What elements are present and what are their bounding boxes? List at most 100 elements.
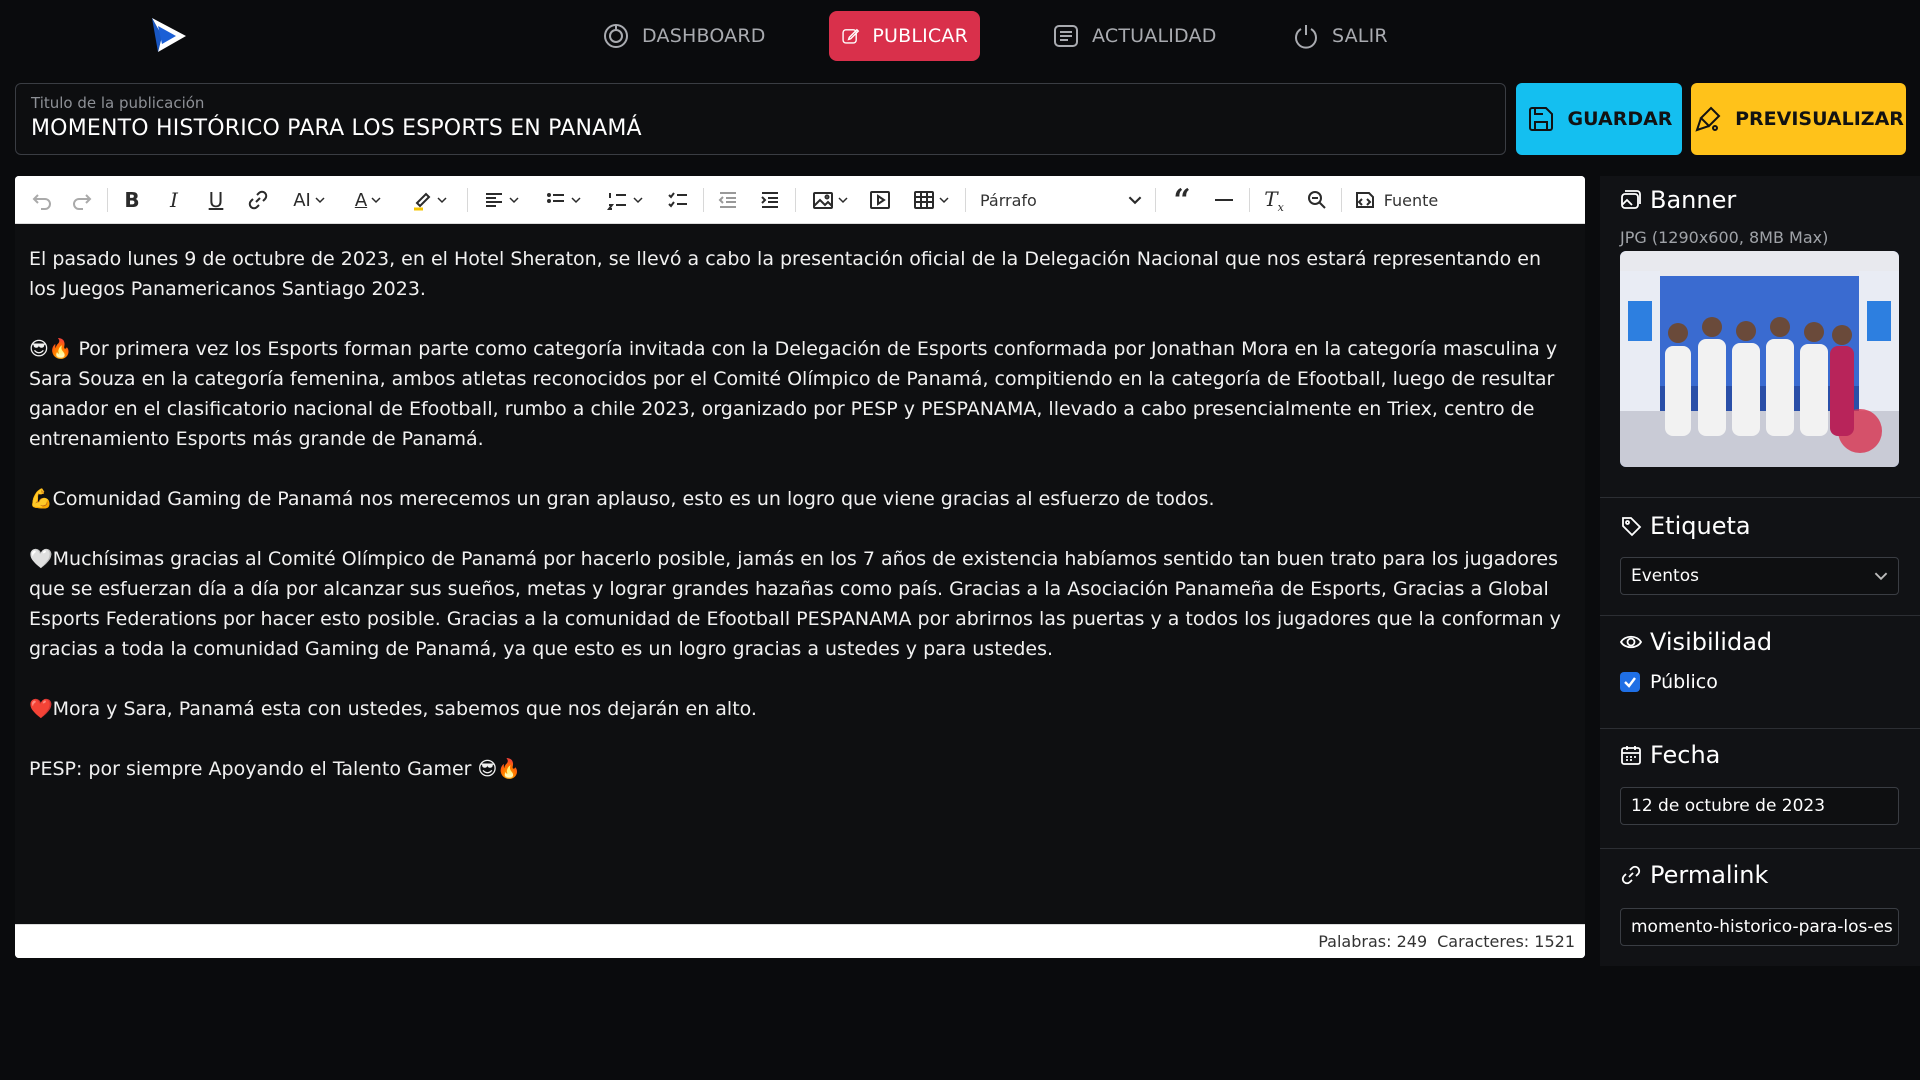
title-field-value[interactable]: MOMENTO HISTÓRICO PARA LOS ESPORTS EN PA… bbox=[31, 116, 642, 141]
indent-button[interactable] bbox=[755, 185, 785, 215]
redo-button[interactable] bbox=[67, 185, 97, 215]
source-button[interactable]: Fuente bbox=[1351, 185, 1441, 215]
content-paragraph: 🤍Muchísimas gracias al Comité Olímpico d… bbox=[29, 548, 1561, 660]
content-paragraph: El pasado lunes 9 de octubre de 2023, en… bbox=[29, 248, 1542, 300]
numbered-list-button[interactable] bbox=[601, 185, 649, 215]
settings-sidebar: Banner JPG (1290x600, 8MB Max) Etiqueta … bbox=[1600, 176, 1920, 966]
paint-brush-icon bbox=[1695, 106, 1721, 132]
title-field[interactable]: Titulo de la publicación MOMENTO HISTÓRI… bbox=[15, 83, 1506, 155]
link-button[interactable] bbox=[243, 185, 273, 215]
underline-icon: U bbox=[208, 188, 224, 212]
public-checkbox[interactable] bbox=[1620, 672, 1640, 692]
font-size-icon: AI bbox=[293, 189, 311, 211]
editor-status-bar: Palabras: 249 Caracteres: 1521 bbox=[15, 924, 1585, 958]
search-replace-icon bbox=[1308, 191, 1326, 209]
checkmark-icon bbox=[1624, 677, 1636, 688]
font-size-button[interactable]: AI bbox=[285, 185, 333, 215]
chevron-down-icon bbox=[315, 197, 325, 204]
blockquote-button[interactable]: “ bbox=[1167, 182, 1197, 218]
insert-media-button[interactable] bbox=[865, 185, 895, 215]
tag-select[interactable]: Eventos bbox=[1620, 557, 1899, 595]
source-code-icon bbox=[1355, 192, 1374, 208]
underline-button[interactable]: U bbox=[201, 185, 231, 215]
preview-button[interactable]: PREVISUALIZAR bbox=[1691, 83, 1906, 155]
redo-icon bbox=[73, 194, 92, 210]
main-nav: DASHBOARD PUBLICAR ACTUALIDAD SALIR bbox=[0, 11, 1920, 61]
chevron-down-icon bbox=[633, 197, 643, 204]
highlight-button[interactable] bbox=[405, 185, 453, 215]
tag-icon bbox=[1622, 517, 1642, 537]
toolbar-divider bbox=[467, 188, 468, 212]
bold-button[interactable]: B bbox=[117, 185, 147, 215]
power-icon bbox=[1295, 25, 1317, 49]
table-icon bbox=[914, 191, 934, 209]
banner-image[interactable] bbox=[1620, 251, 1899, 467]
nav-publicar[interactable]: PUBLICAR bbox=[829, 11, 980, 61]
permalink-title: Permalink bbox=[1650, 861, 1769, 889]
public-checkbox-row[interactable]: Público bbox=[1620, 671, 1718, 693]
visibility-heading: Visibilidad bbox=[1620, 628, 1772, 656]
calendar-icon bbox=[1621, 746, 1641, 765]
insert-table-button[interactable] bbox=[907, 185, 955, 215]
nav-dashboard[interactable]: DASHBOARD bbox=[590, 11, 778, 61]
todo-list-button[interactable] bbox=[663, 185, 693, 215]
chevron-down-icon bbox=[1128, 196, 1142, 205]
quote-icon: “ bbox=[1173, 182, 1191, 218]
dashboard-gauge-icon bbox=[604, 24, 628, 48]
media-icon bbox=[870, 191, 890, 209]
toolbar-divider bbox=[965, 188, 966, 212]
numbered-list-icon bbox=[607, 193, 626, 210]
align-left-icon bbox=[486, 193, 502, 207]
find-replace-button[interactable] bbox=[1301, 185, 1331, 215]
banner-title: Banner bbox=[1650, 186, 1737, 214]
chevron-down-icon bbox=[437, 197, 447, 204]
link-icon bbox=[248, 190, 268, 210]
nav-salir-label: SALIR bbox=[1332, 25, 1388, 47]
horizontal-line-button[interactable] bbox=[1209, 185, 1239, 215]
top-bar: DASHBOARD PUBLICAR ACTUALIDAD SALIR bbox=[0, 0, 1920, 70]
visibility-section: Visibilidad Público bbox=[1600, 616, 1920, 729]
highlighter-icon bbox=[414, 192, 431, 211]
bulleted-list-button[interactable] bbox=[539, 185, 587, 215]
toolbar-divider bbox=[795, 188, 796, 212]
paragraph-style-select[interactable]: Párrafo bbox=[976, 185, 1146, 215]
news-icon bbox=[1054, 25, 1078, 47]
clear-format-icon: Tx bbox=[1264, 186, 1284, 214]
rich-text-editor: B I U AI A Párrafo “ Tx Fuente El pasado… bbox=[15, 176, 1585, 958]
link-icon bbox=[1621, 865, 1641, 885]
editor-toolbar: B I U AI A Párrafo “ Tx Fuente bbox=[15, 176, 1585, 224]
permalink-field-value: momento-historico-para-los-es bbox=[1631, 917, 1893, 937]
italic-icon: I bbox=[170, 188, 178, 212]
visibility-title: Visibilidad bbox=[1650, 628, 1773, 656]
toolbar-divider bbox=[1341, 188, 1342, 212]
content-paragraph: 😎🔥 Por primera vez los Esports forman pa… bbox=[29, 338, 1558, 450]
save-button[interactable]: GUARDAR bbox=[1516, 83, 1682, 155]
nav-actualidad[interactable]: ACTUALIDAD bbox=[1040, 11, 1229, 61]
date-section: Fecha 12 de octubre de 2023 bbox=[1600, 729, 1920, 849]
align-button[interactable] bbox=[477, 185, 525, 215]
content-paragraph: 💪Comunidad Gaming de Panamá nos merecemo… bbox=[29, 488, 1215, 510]
undo-icon bbox=[32, 194, 51, 210]
outdent-button[interactable] bbox=[713, 185, 743, 215]
editor-content[interactable]: El pasado lunes 9 de octubre de 2023, en… bbox=[15, 224, 1585, 924]
insert-image-button[interactable] bbox=[805, 185, 855, 215]
eye-icon bbox=[1620, 635, 1642, 649]
date-title: Fecha bbox=[1650, 741, 1721, 769]
italic-button[interactable]: I bbox=[159, 185, 189, 215]
outdent-icon bbox=[718, 192, 736, 208]
font-color-button[interactable]: A bbox=[347, 185, 389, 215]
remove-format-button[interactable]: Tx bbox=[1259, 185, 1289, 215]
tag-select-value: Eventos bbox=[1631, 566, 1699, 586]
banner-section: Banner JPG (1290x600, 8MB Max) bbox=[1600, 176, 1920, 498]
nav-actualidad-label: ACTUALIDAD bbox=[1092, 25, 1217, 47]
indent-icon bbox=[761, 192, 778, 208]
date-field[interactable]: 12 de octubre de 2023 bbox=[1620, 787, 1899, 825]
nav-salir[interactable]: SALIR bbox=[1280, 11, 1400, 61]
toolbar-divider bbox=[1249, 188, 1250, 212]
permalink-field[interactable]: momento-historico-para-los-es bbox=[1620, 908, 1899, 946]
tag-heading: Etiqueta bbox=[1620, 512, 1751, 540]
undo-button[interactable] bbox=[27, 185, 57, 215]
chevron-down-icon bbox=[509, 197, 519, 204]
save-button-label: GUARDAR bbox=[1567, 108, 1673, 130]
image-gallery-icon bbox=[1621, 190, 1641, 209]
